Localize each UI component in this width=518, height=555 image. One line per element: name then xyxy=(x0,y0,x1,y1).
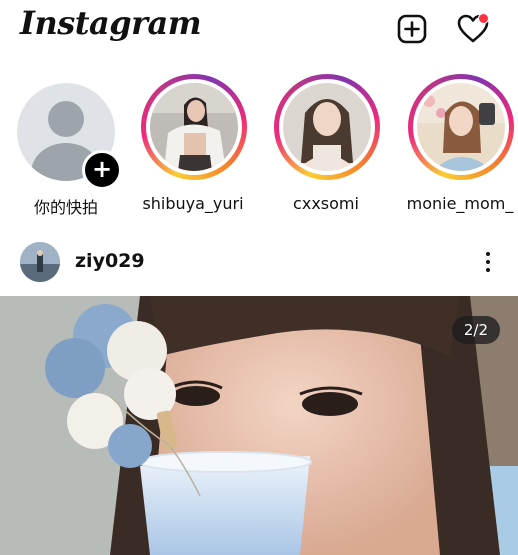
story-cxxsomi[interactable]: cxxsomi xyxy=(266,72,386,222)
instagram-logo[interactable]: Instagram xyxy=(20,4,202,42)
story-avatar-photo xyxy=(417,83,505,171)
instagram-app: Instagram + 你的快拍 shibuya_yuri cxxsomi mo… xyxy=(0,0,518,555)
story-label: 你的快拍 xyxy=(33,198,98,217)
heart-icon[interactable] xyxy=(456,12,490,46)
carousel-page-indicator: 2/2 xyxy=(451,316,500,344)
post-header: ziy029 xyxy=(0,236,518,288)
plus-icon[interactable]: + xyxy=(82,150,122,190)
story-own[interactable]: + 你的快拍 xyxy=(0,72,122,222)
story-shibuya-yuri[interactable]: shibuya_yuri xyxy=(133,72,253,222)
story-ring xyxy=(141,74,247,180)
avatar-head-shape xyxy=(48,101,84,137)
post-photo xyxy=(0,296,518,555)
plus-square-icon[interactable] xyxy=(395,12,429,46)
more-vertical-icon[interactable] xyxy=(476,248,500,276)
story-monie-mom[interactable]: monie_mom_ xyxy=(400,72,518,222)
story-label: shibuya_yuri xyxy=(142,194,244,213)
top-bar: Instagram xyxy=(0,0,518,60)
story-avatar-photo xyxy=(150,83,238,171)
notification-dot xyxy=(478,13,489,24)
story-label: cxxsomi xyxy=(293,194,359,213)
story-ring xyxy=(274,74,380,180)
stories-tray: + 你的快拍 shibuya_yuri cxxsomi monie_mom_ xyxy=(0,72,518,222)
story-avatar-photo xyxy=(283,83,371,171)
post-author-avatar[interactable] xyxy=(20,242,60,282)
post-image[interactable]: 2/2 xyxy=(0,296,518,555)
post-username[interactable]: ziy029 xyxy=(75,250,145,272)
story-ring xyxy=(408,74,514,180)
story-label: monie_mom_ xyxy=(406,194,514,213)
